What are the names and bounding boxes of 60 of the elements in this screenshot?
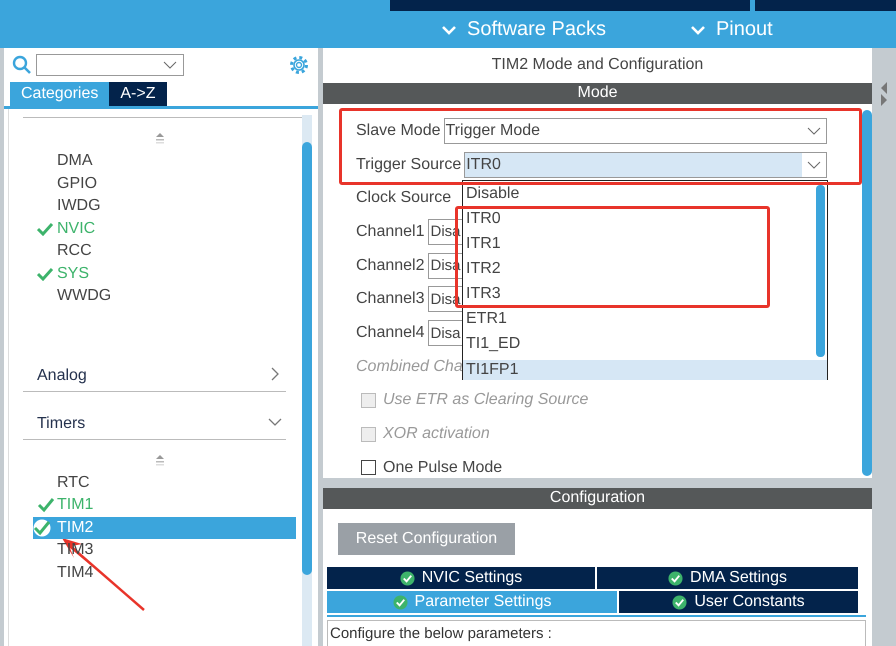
field-label: Clock Source xyxy=(356,189,452,208)
chevron-down-icon xyxy=(441,24,457,34)
chevron-down-icon xyxy=(807,160,821,169)
dropdown-option[interactable]: Disable xyxy=(463,184,520,202)
field-label: Channel3 xyxy=(356,290,424,308)
scrollbar[interactable] xyxy=(816,185,825,357)
collapse-arrows-icon[interactable] xyxy=(880,80,888,108)
scroll-up-icon[interactable] xyxy=(154,132,164,144)
search-icon xyxy=(12,55,32,75)
peripheral-item[interactable]: TIM4 xyxy=(33,562,296,584)
check-circle-icon xyxy=(392,594,408,610)
chevron-down-icon xyxy=(163,61,177,69)
settings-tab[interactable]: DMA Settings xyxy=(597,567,858,589)
chevron-down-icon xyxy=(268,417,282,427)
dropdown-option[interactable]: TI1FP1 xyxy=(463,360,827,380)
scroll-up-icon[interactable] xyxy=(154,454,164,466)
field-label: Channel4 xyxy=(356,324,424,342)
dropdown-field[interactable]: Trigger Mode xyxy=(444,118,827,144)
peripheral-item[interactable]: RCC xyxy=(33,240,296,262)
checkbox-option[interactable]: One Pulse Mode xyxy=(361,458,502,477)
panel-title: TIM2 Mode and Configuration xyxy=(323,48,872,83)
field-label: Slave Mode xyxy=(356,122,440,140)
section-header: Mode xyxy=(323,82,872,104)
chevron-down-icon xyxy=(690,24,706,34)
chevron-down-icon xyxy=(807,126,821,135)
dropdown-option[interactable]: ETR1 xyxy=(463,310,507,328)
peripheral-item[interactable]: DMA xyxy=(33,150,296,172)
field-label: Trigger Source xyxy=(356,156,462,174)
checkmark-icon xyxy=(37,266,53,281)
field-label: Channel2 xyxy=(356,256,424,275)
dropdown-field[interactable]: ITR0 xyxy=(464,152,827,178)
check-circle-icon xyxy=(400,570,415,586)
scrollbar[interactable] xyxy=(862,110,872,476)
scrollbar[interactable] xyxy=(302,115,312,646)
section-header: Configuration xyxy=(323,488,872,509)
dropdown-option[interactable]: ITR0 xyxy=(463,210,501,228)
dropdown-option[interactable]: TI1_ED xyxy=(463,334,520,352)
peripheral-item[interactable]: WWDG xyxy=(33,285,296,308)
settings-tab[interactable]: NVIC Settings xyxy=(327,567,595,589)
search-field[interactable] xyxy=(36,54,184,76)
peripheral-item[interactable]: IWDG xyxy=(33,195,296,218)
checkmark-icon xyxy=(37,496,55,514)
category-header[interactable]: Timers xyxy=(23,392,286,440)
category-header[interactable]: Analog xyxy=(23,344,286,392)
peripheral-item[interactable]: RTC xyxy=(33,472,296,494)
settings-tab[interactable]: User Constants xyxy=(619,591,858,613)
settings-icon[interactable] xyxy=(288,54,310,76)
description-text: Configure the below parameters : xyxy=(327,620,866,646)
sidebar-tab[interactable]: A->Z xyxy=(109,82,166,106)
dropdown-option[interactable]: ITR2 xyxy=(463,260,501,278)
checkmark-icon xyxy=(33,518,51,537)
checkmark-icon xyxy=(37,222,53,236)
peripheral-item[interactable]: GPIO xyxy=(33,172,296,195)
check-circle-icon xyxy=(672,594,688,610)
dropdown-option[interactable]: ITR1 xyxy=(463,234,501,252)
dropdown-option[interactable]: ITR3 xyxy=(463,284,501,302)
chevron-right-icon xyxy=(270,367,280,381)
field-label: Combined Cha xyxy=(356,358,463,376)
check-circle-icon xyxy=(668,570,684,586)
field-label: Channel1 xyxy=(356,222,424,241)
